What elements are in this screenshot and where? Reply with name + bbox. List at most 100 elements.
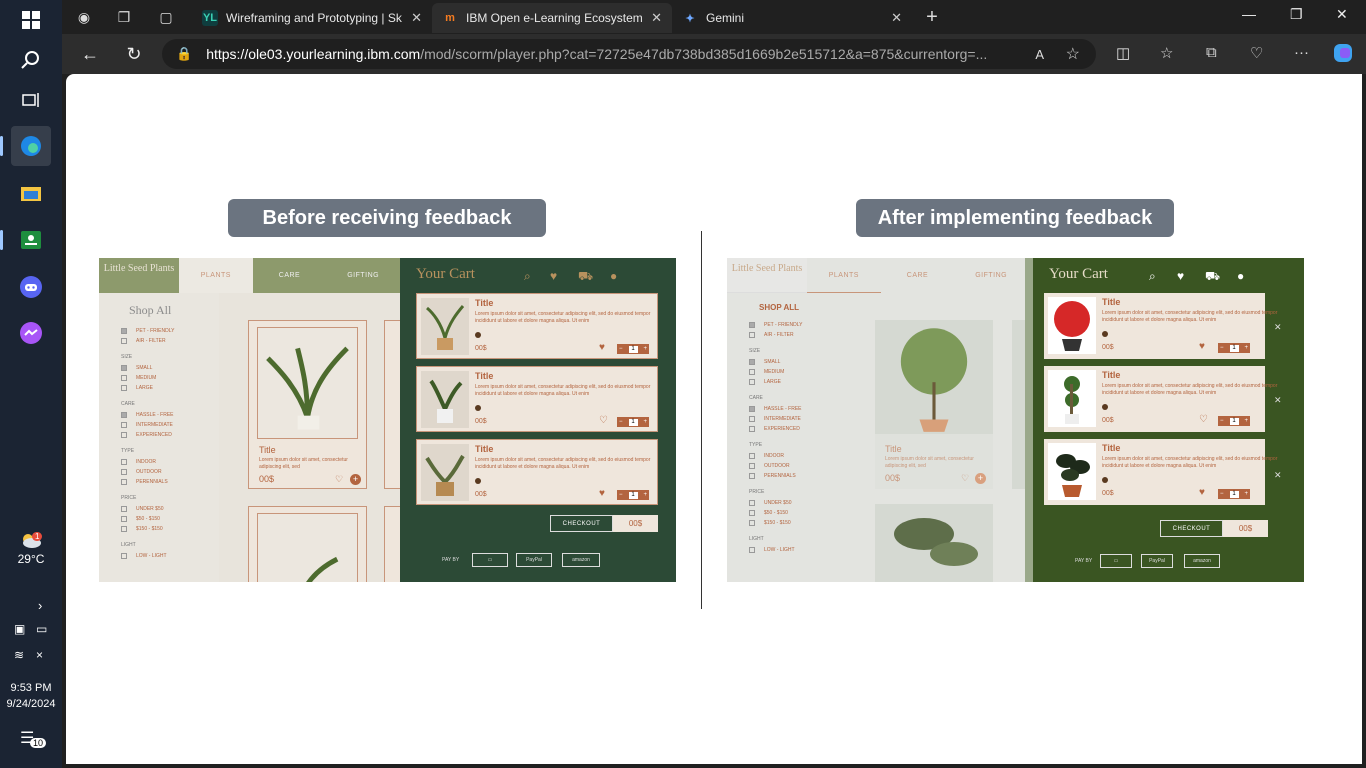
search-icon[interactable]	[11, 40, 51, 80]
split-screen-icon[interactable]: ◫	[1116, 44, 1130, 62]
tab-ibm-ole[interactable]: m IBM Open e-Learning Ecosystem ✕	[432, 3, 672, 33]
filter-item[interactable]: AIR - FILTER	[121, 336, 219, 346]
profile-icon[interactable]: ◉	[72, 6, 96, 28]
search-icon[interactable]: ⌕	[524, 269, 531, 284]
filter-item[interactable]: OUTDOOR	[749, 461, 847, 471]
filter-item[interactable]: SMALL	[121, 363, 219, 373]
filter-item[interactable]: PET - FRIENDLY	[749, 320, 847, 330]
nav-gifting[interactable]: GIFTING	[954, 272, 1028, 279]
quantity-stepper[interactable]: −1 +	[617, 490, 649, 500]
paypal-button[interactable]: PayPal	[1141, 554, 1173, 568]
card-payment-button[interactable]: ▭	[472, 553, 508, 567]
quantity-stepper[interactable]: −1 +	[617, 417, 649, 427]
heart-icon[interactable]: ♥	[550, 269, 557, 283]
volume-muted-icon[interactable]: ×	[36, 648, 43, 662]
cart-icon[interactable]: ⛟	[578, 269, 593, 285]
product-card[interactable]	[248, 506, 367, 582]
checkout-button[interactable]: CHECKOUT	[550, 515, 613, 532]
window-close-icon[interactable]: ✕	[1336, 6, 1348, 23]
tab-wireframing[interactable]: YL Wireframing and Prototyping | Sk ✕	[192, 3, 432, 33]
heart-outline-icon[interactable]: ♡	[1199, 414, 1208, 425]
cart-item[interactable]: Title Lorem ipsum dolor sit amet, consec…	[1044, 293, 1277, 359]
filter-item[interactable]: $150 - $150	[121, 524, 219, 534]
cart-item[interactable]: Title Lorem ipsum dolor sit amet, consec…	[416, 366, 658, 432]
filter-item[interactable]: INDOOR	[749, 451, 847, 461]
color-swatch[interactable]	[475, 332, 481, 338]
search-icon[interactable]: ⌕	[1149, 269, 1156, 284]
nav-plants[interactable]: PLANTS	[807, 258, 881, 293]
weather-widget[interactable]: 1 29°C	[0, 532, 62, 566]
amazon-button[interactable]: amazon	[1184, 554, 1220, 568]
filter-item[interactable]: INDOOR	[121, 457, 219, 467]
filter-item[interactable]: LOW - LIGHT	[749, 545, 847, 555]
battery-icon[interactable]: ▭	[36, 622, 47, 636]
refresh-icon[interactable]: ↻	[122, 42, 146, 66]
card-payment-button[interactable]: ▭	[1100, 554, 1132, 568]
address-bar[interactable]: 🔒 https://ole03.yourlearning.ibm.com/mod…	[162, 39, 1096, 69]
quantity-stepper[interactable]: −1 +	[617, 344, 649, 354]
quantity-stepper[interactable]: −1 +	[1218, 489, 1250, 499]
close-icon[interactable]: ✕	[1274, 395, 1282, 406]
back-icon[interactable]: ←	[78, 42, 102, 66]
filter-item[interactable]: INTERMEDIATE	[121, 420, 219, 430]
messenger-icon[interactable]	[11, 313, 51, 353]
file-explorer-icon[interactable]	[11, 173, 51, 213]
task-view-icon[interactable]	[11, 80, 51, 120]
close-icon[interactable]: ✕	[1274, 322, 1282, 333]
notification-icon[interactable]: ☰ 10	[20, 728, 47, 748]
filter-item[interactable]: LARGE	[749, 377, 847, 387]
heart-filled-icon[interactable]: ♥	[599, 488, 605, 499]
filter-item[interactable]: UNDER $50	[121, 504, 219, 514]
filter-item[interactable]: HASSLE - FREE	[749, 404, 847, 414]
discord-icon[interactable]	[11, 267, 51, 307]
filter-item[interactable]: EXPERIENCED	[121, 430, 219, 440]
filter-item[interactable]: EXPERIENCED	[749, 424, 847, 434]
nav-plants[interactable]: PLANTS	[179, 258, 253, 293]
filter-item[interactable]: PERENNIALS	[121, 477, 219, 487]
wifi-icon[interactable]: ≋	[14, 648, 24, 662]
color-swatch[interactable]	[475, 478, 481, 484]
edge-icon[interactable]	[11, 126, 51, 166]
heart-filled-icon[interactable]: ♥	[599, 342, 605, 353]
filter-item[interactable]: LARGE	[121, 383, 219, 393]
filter-item[interactable]: $50 - $150	[121, 514, 219, 524]
user-icon[interactable]: ●	[610, 269, 617, 283]
color-swatch[interactable]	[1102, 477, 1108, 483]
filter-item[interactable]: AIR - FILTER	[749, 330, 847, 340]
checkout-button[interactable]: CHECKOUT	[1160, 520, 1223, 537]
windows-icon[interactable]	[11, 0, 51, 40]
close-icon[interactable]: ✕	[651, 10, 662, 26]
quantity-stepper[interactable]: −1 +	[1218, 416, 1250, 426]
user-icon[interactable]: ●	[1237, 269, 1244, 283]
product-card[interactable]: Title Lorem ipsum dolor sit amet, consec…	[875, 320, 993, 489]
filter-item[interactable]: UNDER $50	[749, 498, 847, 508]
filter-item[interactable]: SMALL	[749, 357, 847, 367]
checkout-bar[interactable]: CHECKOUT 00$	[1160, 520, 1268, 537]
cart-item[interactable]: Title Lorem ipsum dolor sit amet, consec…	[416, 293, 658, 359]
chevron-up-icon[interactable]: ›	[38, 598, 42, 613]
filter-item[interactable]: $150 - $150	[749, 518, 847, 528]
color-swatch[interactable]	[1102, 404, 1108, 410]
color-swatch[interactable]	[1102, 331, 1108, 337]
minimize-icon[interactable]: —	[1242, 6, 1256, 22]
paypal-button[interactable]: PayPal	[516, 553, 552, 567]
product-card[interactable]: Title Lorem ipsum dolor sit amet, consec…	[248, 320, 367, 489]
more-icon[interactable]: ···	[1294, 44, 1309, 61]
amazon-button[interactable]: amazon	[562, 553, 600, 567]
heart-icon[interactable]: ♡	[961, 473, 969, 484]
heart-outline-icon[interactable]: ♡	[599, 415, 608, 426]
clock[interactable]: 9:53 PM 9/24/2024	[0, 680, 62, 712]
filter-item[interactable]: INTERMEDIATE	[749, 414, 847, 424]
heart-filled-icon[interactable]: ♥	[1199, 341, 1205, 352]
workspaces-icon[interactable]: ❐	[112, 6, 136, 28]
nav-gifting[interactable]: GIFTING	[326, 272, 400, 279]
close-icon[interactable]: ✕	[891, 10, 902, 26]
filter-item[interactable]: PET - FRIENDLY	[121, 326, 219, 336]
filter-item[interactable]: PERENNIALS	[749, 471, 847, 481]
filter-item[interactable]: MEDIUM	[121, 373, 219, 383]
collections-icon[interactable]: ⧉	[1206, 44, 1217, 61]
product-card[interactable]	[1012, 320, 1026, 489]
filter-item[interactable]: OUTDOOR	[121, 467, 219, 477]
quantity-stepper[interactable]: −1 +	[1218, 343, 1250, 353]
heart-filled-icon[interactable]: ♥	[1199, 487, 1205, 498]
